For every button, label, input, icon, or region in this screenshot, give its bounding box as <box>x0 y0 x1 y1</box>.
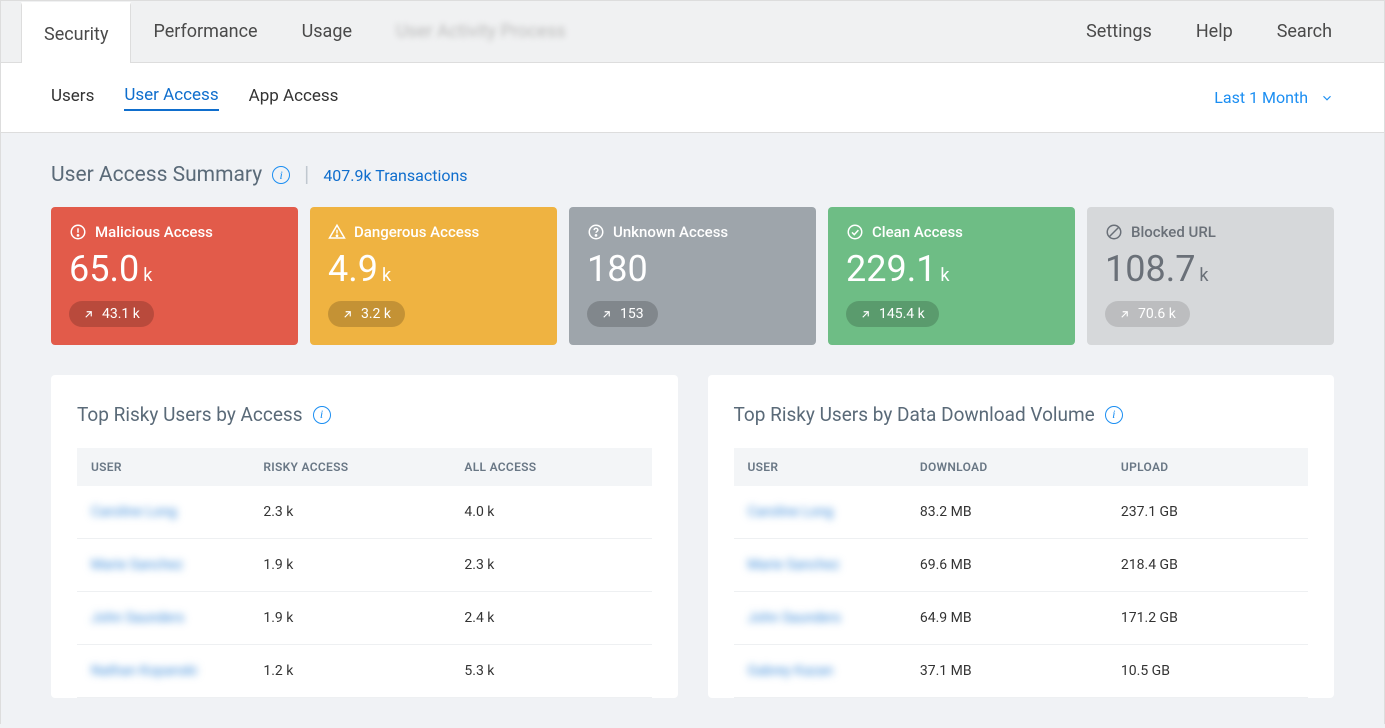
all-cell: 2.4 k <box>450 592 651 645</box>
stat-pill: 43.1 k <box>69 301 154 327</box>
summary-header: User Access Summary i | 407.9k Transacti… <box>51 163 1334 187</box>
stat-card-blocked[interactable]: Blocked URL 108.7k 70.6 k <box>1087 207 1334 345</box>
table-row: Marie Sanchez1.9 k2.3 k <box>77 539 652 592</box>
tab-performance[interactable]: Performance <box>131 1 279 62</box>
risky-cell: 2.3 k <box>249 486 450 539</box>
sub-navbar: Users User Access App Access Last 1 Mont… <box>1 63 1384 133</box>
download-cell: 83.2 MB <box>906 486 1107 539</box>
nav-search[interactable]: Search <box>1255 1 1354 62</box>
table-row: Gabrey Kazan37.1 MB10.5 GB <box>734 645 1309 698</box>
stat-label: Dangerous Access <box>354 223 479 241</box>
user-link[interactable]: Nathan Kopanski <box>77 645 249 698</box>
stat-label: Malicious Access <box>95 223 213 241</box>
subtab-users[interactable]: Users <box>51 86 94 110</box>
upload-cell: 218.4 GB <box>1107 539 1308 592</box>
panel-title: Top Risky Users by Access <box>77 403 303 426</box>
stat-value: 4.9k <box>328 251 539 287</box>
tab-redacted[interactable]: User Activity Process <box>374 1 588 62</box>
panel-risky-access: Top Risky Users by Access i USER RISKY A… <box>51 375 678 698</box>
table-row: Nathan Kopanski1.2 k5.3 k <box>77 645 652 698</box>
transactions-link[interactable]: 407.9k Transactions <box>323 166 467 185</box>
download-cell: 69.6 MB <box>906 539 1107 592</box>
all-cell: 2.3 k <box>450 539 651 592</box>
nav-help[interactable]: Help <box>1174 1 1255 62</box>
all-cell: 5.3 k <box>450 645 651 698</box>
info-icon[interactable]: i <box>313 406 331 424</box>
time-range-dropdown[interactable]: Last 1 Month <box>1214 88 1334 107</box>
panel-risky-download: Top Risky Users by Data Download Volume … <box>708 375 1335 698</box>
stat-pill: 145.4 k <box>846 301 939 327</box>
stat-value: 180 <box>587 251 798 287</box>
upload-cell: 237.1 GB <box>1107 486 1308 539</box>
stat-card-malicious[interactable]: Malicious Access 65.0k 43.1 k <box>51 207 298 345</box>
nav-settings[interactable]: Settings <box>1064 1 1174 62</box>
block-circle-icon <box>1105 223 1123 241</box>
stat-label: Unknown Access <box>613 223 728 241</box>
user-link[interactable]: Marie Sanchez <box>77 539 249 592</box>
stat-value: 65.0k <box>69 251 280 287</box>
col-upload: UPLOAD <box>1107 448 1308 486</box>
user-link[interactable]: John Saunders <box>734 592 906 645</box>
risky-cell: 1.9 k <box>249 592 450 645</box>
col-user: USER <box>77 448 249 486</box>
download-cell: 37.1 MB <box>906 645 1107 698</box>
col-download: DOWNLOAD <box>906 448 1107 486</box>
user-link[interactable]: Gabrey Kazan <box>734 645 906 698</box>
chevron-down-icon <box>1320 91 1334 105</box>
stat-pill: 3.2 k <box>328 301 405 327</box>
stat-pill: 153 <box>587 301 658 327</box>
separator: | <box>304 163 309 187</box>
upload-cell: 171.2 GB <box>1107 592 1308 645</box>
info-icon[interactable]: i <box>1105 406 1123 424</box>
panel-title: Top Risky Users by Data Download Volume <box>734 403 1095 426</box>
table-row: Caroline Long83.2 MB237.1 GB <box>734 486 1309 539</box>
col-all: ALL ACCESS <box>450 448 651 486</box>
stat-label: Clean Access <box>872 223 963 241</box>
user-link[interactable]: John Saunders <box>77 592 249 645</box>
stat-pill: 70.6 k <box>1105 301 1190 327</box>
user-link[interactable]: Caroline Long <box>734 486 906 539</box>
table-row: John Saunders64.9 MB171.2 GB <box>734 592 1309 645</box>
risky-download-table: USER DOWNLOAD UPLOAD Caroline Long83.2 M… <box>734 448 1309 698</box>
stat-label: Blocked URL <box>1131 223 1216 241</box>
warning-triangle-icon <box>328 223 346 241</box>
arrow-up-right-icon <box>1119 309 1130 320</box>
check-circle-icon <box>846 223 864 241</box>
user-link[interactable]: Marie Sanchez <box>734 539 906 592</box>
stat-value: 229.1k <box>846 251 1057 287</box>
user-link[interactable]: Caroline Long <box>77 486 249 539</box>
download-cell: 64.9 MB <box>906 592 1107 645</box>
arrow-up-right-icon <box>860 309 871 320</box>
risky-access-table: USER RISKY ACCESS ALL ACCESS Caroline Lo… <box>77 448 652 698</box>
upload-cell: 10.5 GB <box>1107 645 1308 698</box>
all-cell: 4.0 k <box>450 486 651 539</box>
stat-card-clean[interactable]: Clean Access 229.1k 145.4 k <box>828 207 1075 345</box>
time-range-label: Last 1 Month <box>1214 88 1308 107</box>
risky-cell: 1.2 k <box>249 645 450 698</box>
alert-circle-icon <box>69 223 87 241</box>
tab-security[interactable]: Security <box>21 2 131 63</box>
top-navbar: Security Performance Usage User Activity… <box>1 1 1384 63</box>
stat-value: 108.7k <box>1105 251 1316 287</box>
arrow-up-right-icon <box>601 309 612 320</box>
tab-usage[interactable]: Usage <box>280 1 374 62</box>
info-icon[interactable]: i <box>272 166 290 184</box>
stat-card-unknown[interactable]: Unknown Access 180 153 <box>569 207 816 345</box>
table-row: Marie Sanchez69.6 MB218.4 GB <box>734 539 1309 592</box>
table-row: Caroline Long2.3 k4.0 k <box>77 486 652 539</box>
stat-card-dangerous[interactable]: Dangerous Access 4.9k 3.2 k <box>310 207 557 345</box>
arrow-up-right-icon <box>83 309 94 320</box>
stat-cards-row: Malicious Access 65.0k 43.1 k Dangerous … <box>51 207 1334 345</box>
risky-cell: 1.9 k <box>249 539 450 592</box>
panels-row: Top Risky Users by Access i USER RISKY A… <box>51 375 1334 698</box>
subtab-app-access[interactable]: App Access <box>249 86 339 110</box>
col-risky: RISKY ACCESS <box>249 448 450 486</box>
main-content: User Access Summary i | 407.9k Transacti… <box>1 133 1384 728</box>
table-row: John Saunders1.9 k2.4 k <box>77 592 652 645</box>
col-user: USER <box>734 448 906 486</box>
question-circle-icon <box>587 223 605 241</box>
summary-title: User Access Summary <box>51 163 262 187</box>
subtab-user-access[interactable]: User Access <box>124 85 218 111</box>
arrow-up-right-icon <box>342 309 353 320</box>
